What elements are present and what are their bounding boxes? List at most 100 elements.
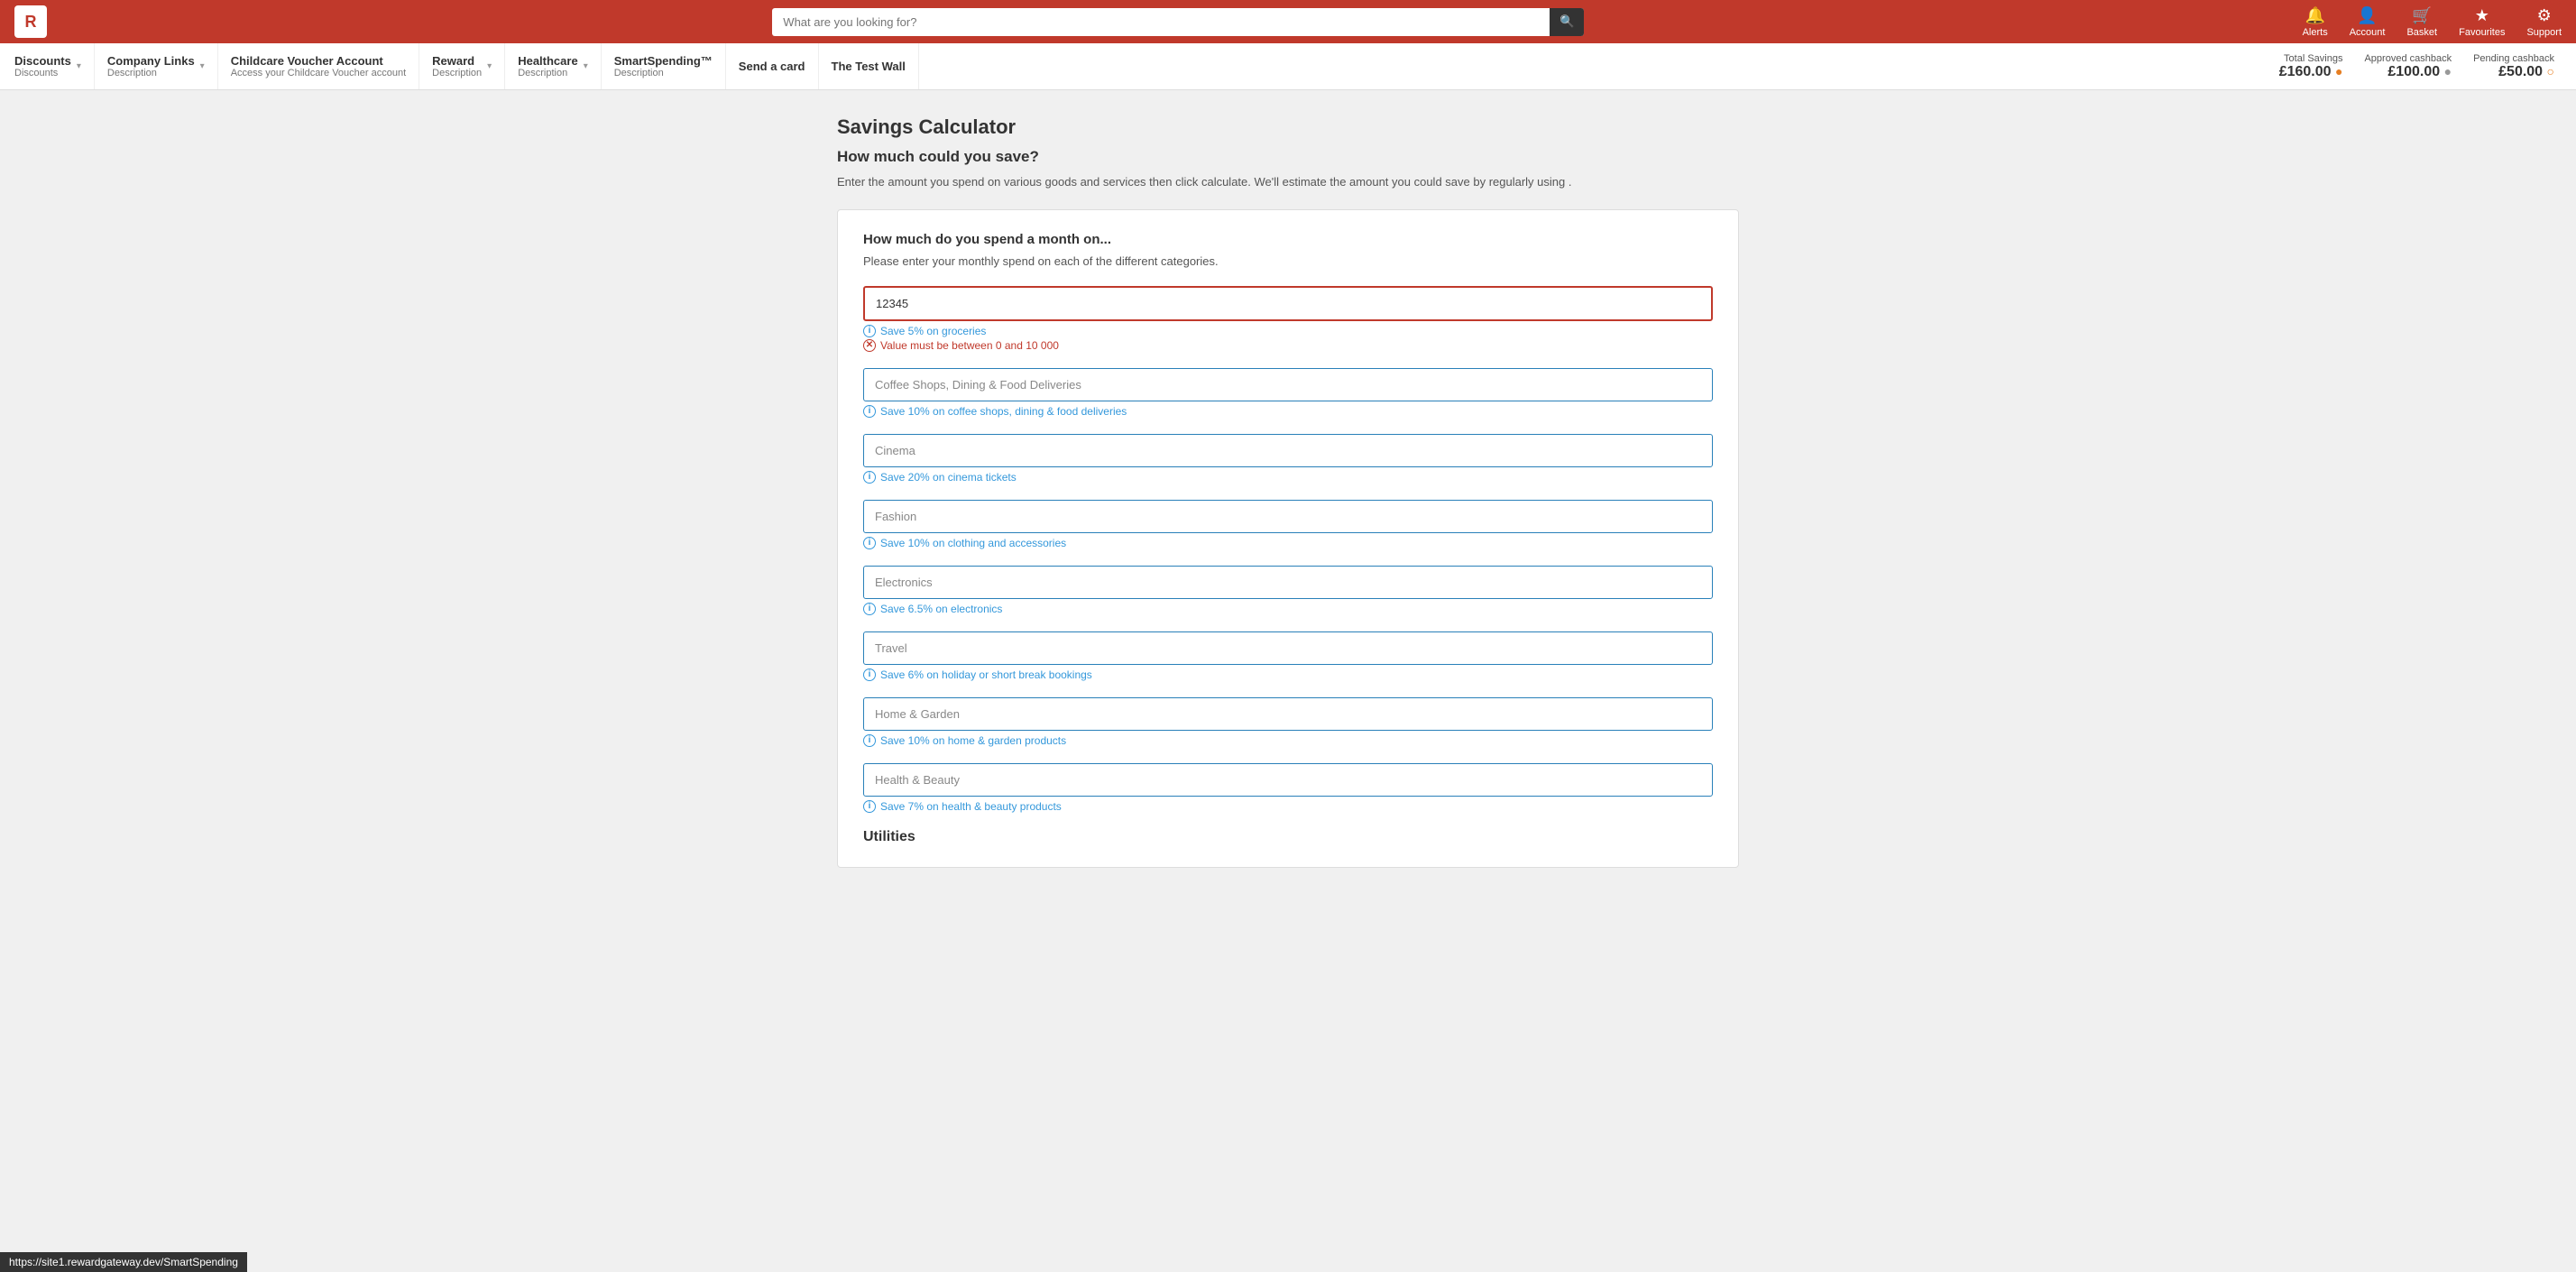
nav-desc-company-links: Description xyxy=(107,68,195,78)
search-input[interactable] xyxy=(772,8,1584,36)
card-title: How much do you spend a month on... xyxy=(863,232,1713,247)
hint-icon-electronics: i xyxy=(863,603,876,615)
cinema-hint: i Save 20% on cinema tickets xyxy=(863,471,1713,484)
chevron-icon-healthcare: ▾ xyxy=(584,61,588,71)
support-nav-item[interactable]: ⚙ Support xyxy=(2526,6,2562,38)
pending-cashback-item: Pending cashback £50.00 ○ xyxy=(2473,53,2554,80)
field-group-electronics: i Save 6.5% on electronics xyxy=(863,566,1713,615)
groceries-hint: i Save 5% on groceries xyxy=(863,325,1713,337)
field-group-health-beauty: i Save 7% on health & beauty products xyxy=(863,763,1713,813)
status-bar: https://site1.rewardgateway.dev/SmartSpe… xyxy=(0,1252,247,1272)
field-group-cinema: i Save 20% on cinema tickets xyxy=(863,434,1713,484)
main-content: Savings Calculator How much could you sa… xyxy=(0,90,2576,1272)
home-garden-input[interactable] xyxy=(863,697,1713,731)
health-beauty-input[interactable] xyxy=(863,763,1713,797)
alerts-nav-item[interactable]: 🔔 Alerts xyxy=(2303,6,2328,38)
nav-label-company-links: Company Links xyxy=(107,54,195,68)
groceries-error: ✕ Value must be between 0 and 10 000 xyxy=(863,339,1713,352)
error-icon-groceries: ✕ xyxy=(863,339,876,352)
account-label: Account xyxy=(2350,27,2386,38)
calc-subtitle: How much could you save? xyxy=(837,148,1739,166)
nav-label-reward: Reward xyxy=(432,54,482,68)
approved-cashback-label: Approved cashback xyxy=(2364,53,2452,64)
field-group-fashion: i Save 10% on clothing and accessories xyxy=(863,500,1713,549)
nav-item-company-links[interactable]: Company Links Description ▾ xyxy=(95,43,218,89)
basket-nav-item[interactable]: 🛒 Basket xyxy=(2406,6,2437,38)
calc-card: How much do you spend a month on... Plea… xyxy=(837,209,1739,868)
nav-desc-childcare: Access your Childcare Voucher account xyxy=(231,68,406,78)
approved-cashback-item: Approved cashback £100.00 ● xyxy=(2364,53,2452,80)
field-group-travel: i Save 6% on holiday or short break book… xyxy=(863,631,1713,681)
nav-desc-reward: Description xyxy=(432,68,482,78)
second-nav: Discounts Discounts ▾ Company Links Desc… xyxy=(0,43,2576,90)
nav-label-discounts: Discounts xyxy=(14,54,71,68)
utilities-title: Utilities xyxy=(863,829,1713,845)
nav-label-childcare: Childcare Voucher Account xyxy=(231,54,406,68)
nav-item-reward[interactable]: Reward Description ▾ xyxy=(419,43,505,89)
nav-label-test-wall: The Test Wall xyxy=(832,60,906,73)
nav-label-send-card: Send a card xyxy=(739,60,805,73)
pending-cashback-label: Pending cashback xyxy=(2473,53,2554,64)
nav-item-healthcare[interactable]: Healthcare Description ▾ xyxy=(505,43,602,89)
total-savings-value: £160.00 ● xyxy=(2279,64,2343,80)
hint-icon-coffee: i xyxy=(863,405,876,418)
chevron-icon-reward: ▾ xyxy=(487,61,492,71)
clock-icon: ● xyxy=(2444,64,2452,78)
card-desc: Please enter your monthly spend on each … xyxy=(863,254,1713,268)
fashion-input[interactable] xyxy=(863,500,1713,533)
field-group-groceries: i Save 5% on groceries ✕ Value must be b… xyxy=(863,286,1713,352)
hint-icon-travel: i xyxy=(863,668,876,681)
coin-icon: ● xyxy=(2335,64,2342,78)
nav-item-send-card[interactable]: Send a card xyxy=(726,43,819,89)
travel-input[interactable] xyxy=(863,631,1713,665)
alerts-label: Alerts xyxy=(2303,27,2328,38)
nav-item-discounts[interactable]: Discounts Discounts ▾ xyxy=(7,43,95,89)
health-beauty-hint: i Save 7% on health & beauty products xyxy=(863,800,1713,813)
field-group-coffee: i Save 10% on coffee shops, dining & foo… xyxy=(863,368,1713,418)
cinema-input[interactable] xyxy=(863,434,1713,467)
favourites-nav-item[interactable]: ★ Favourites xyxy=(2459,6,2505,38)
hint-icon-cinema: i xyxy=(863,471,876,484)
hint-icon-fashion: i xyxy=(863,537,876,549)
basket-label: Basket xyxy=(2406,27,2437,38)
basket-icon: 🛒 xyxy=(2412,6,2432,25)
top-bar: R 🔍 🔔 Alerts 👤 Account 🛒 Basket ★ Favour… xyxy=(0,0,2576,43)
pending-cashback-value: £50.00 ○ xyxy=(2498,64,2554,80)
support-label: Support xyxy=(2526,27,2562,38)
nav-item-test-wall[interactable]: The Test Wall xyxy=(819,43,919,89)
search-button[interactable]: 🔍 xyxy=(1550,8,1584,36)
coffee-input[interactable] xyxy=(863,368,1713,401)
nav-label-healthcare: Healthcare xyxy=(518,54,577,68)
chevron-icon-discounts: ▾ xyxy=(77,61,81,71)
support-icon: ⚙ xyxy=(2537,6,2552,25)
calculator-wrapper: Savings Calculator How much could you sa… xyxy=(837,115,1739,868)
search-icon: 🔍 xyxy=(1559,14,1575,29)
logo[interactable]: R xyxy=(14,5,54,38)
field-group-home-garden: i Save 10% on home & garden products xyxy=(863,697,1713,747)
chevron-icon-company-links: ▾ xyxy=(200,61,205,71)
travel-hint: i Save 6% on holiday or short break book… xyxy=(863,668,1713,681)
coffee-hint: i Save 10% on coffee shops, dining & foo… xyxy=(863,405,1713,418)
page-title: Savings Calculator xyxy=(837,115,1739,139)
electronics-input[interactable] xyxy=(863,566,1713,599)
nav-desc-healthcare: Description xyxy=(518,68,577,78)
account-nav-item[interactable]: 👤 Account xyxy=(2350,6,2386,38)
status-url: https://site1.rewardgateway.dev/SmartSpe… xyxy=(9,1256,238,1268)
groceries-input[interactable] xyxy=(863,286,1713,321)
search-bar: 🔍 xyxy=(772,8,1584,36)
nav-item-childcare[interactable]: Childcare Voucher Account Access your Ch… xyxy=(218,43,419,89)
electronics-hint: i Save 6.5% on electronics xyxy=(863,603,1713,615)
savings-summary: Total Savings £160.00 ● Approved cashbac… xyxy=(2265,43,2569,89)
approved-cashback-value: £100.00 ● xyxy=(2387,64,2452,80)
nav-item-smartspending[interactable]: SmartSpending™ Description xyxy=(602,43,726,89)
favourites-icon: ★ xyxy=(2475,6,2489,25)
calc-description: Enter the amount you spend on various go… xyxy=(837,173,1739,191)
top-nav-icons: 🔔 Alerts 👤 Account 🛒 Basket ★ Favourites… xyxy=(2303,6,2562,38)
pending-icon: ○ xyxy=(2547,64,2554,78)
logo-icon: R xyxy=(14,5,47,38)
hint-icon-health-beauty: i xyxy=(863,800,876,813)
total-savings-label: Total Savings xyxy=(2284,53,2342,64)
nav-label-smartspending: SmartSpending™ xyxy=(614,54,713,68)
account-icon: 👤 xyxy=(2357,6,2377,25)
fashion-hint: i Save 10% on clothing and accessories xyxy=(863,537,1713,549)
